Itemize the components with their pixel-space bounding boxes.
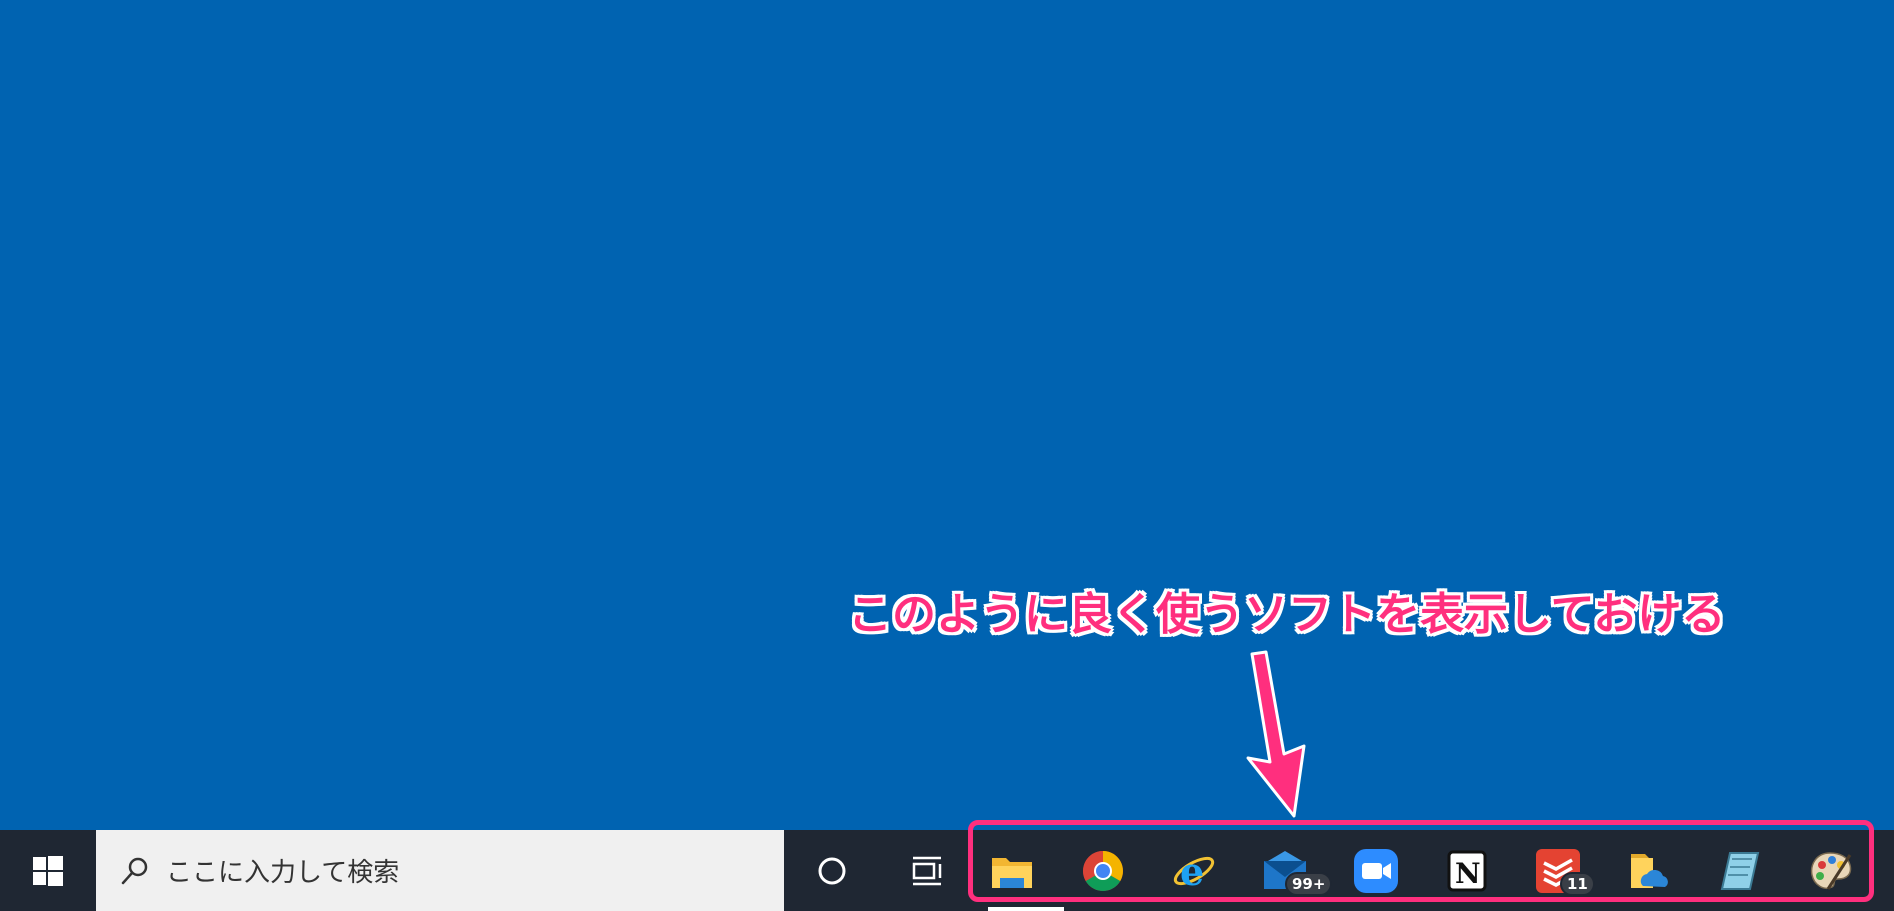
cortana-circle-icon xyxy=(818,857,846,884)
task-view-button[interactable] xyxy=(896,830,960,911)
search-placeholder: ここに入力して検索 xyxy=(166,858,400,888)
pinned-apps-highlight-box xyxy=(968,820,1874,902)
active-app-indicator xyxy=(988,907,1064,911)
windows-logo-icon xyxy=(33,855,63,886)
annotation-caption: このように良く使うソフトを表示しておける xyxy=(848,589,1726,640)
start-button[interactable] xyxy=(0,830,96,911)
annotation-arrow xyxy=(1246,650,1306,818)
task-view-icon xyxy=(912,856,942,885)
search-box[interactable]: ここに入力して検索 xyxy=(96,830,784,911)
search-icon xyxy=(121,857,148,884)
cortana-button[interactable] xyxy=(800,830,864,911)
desktop-background xyxy=(0,0,1894,830)
